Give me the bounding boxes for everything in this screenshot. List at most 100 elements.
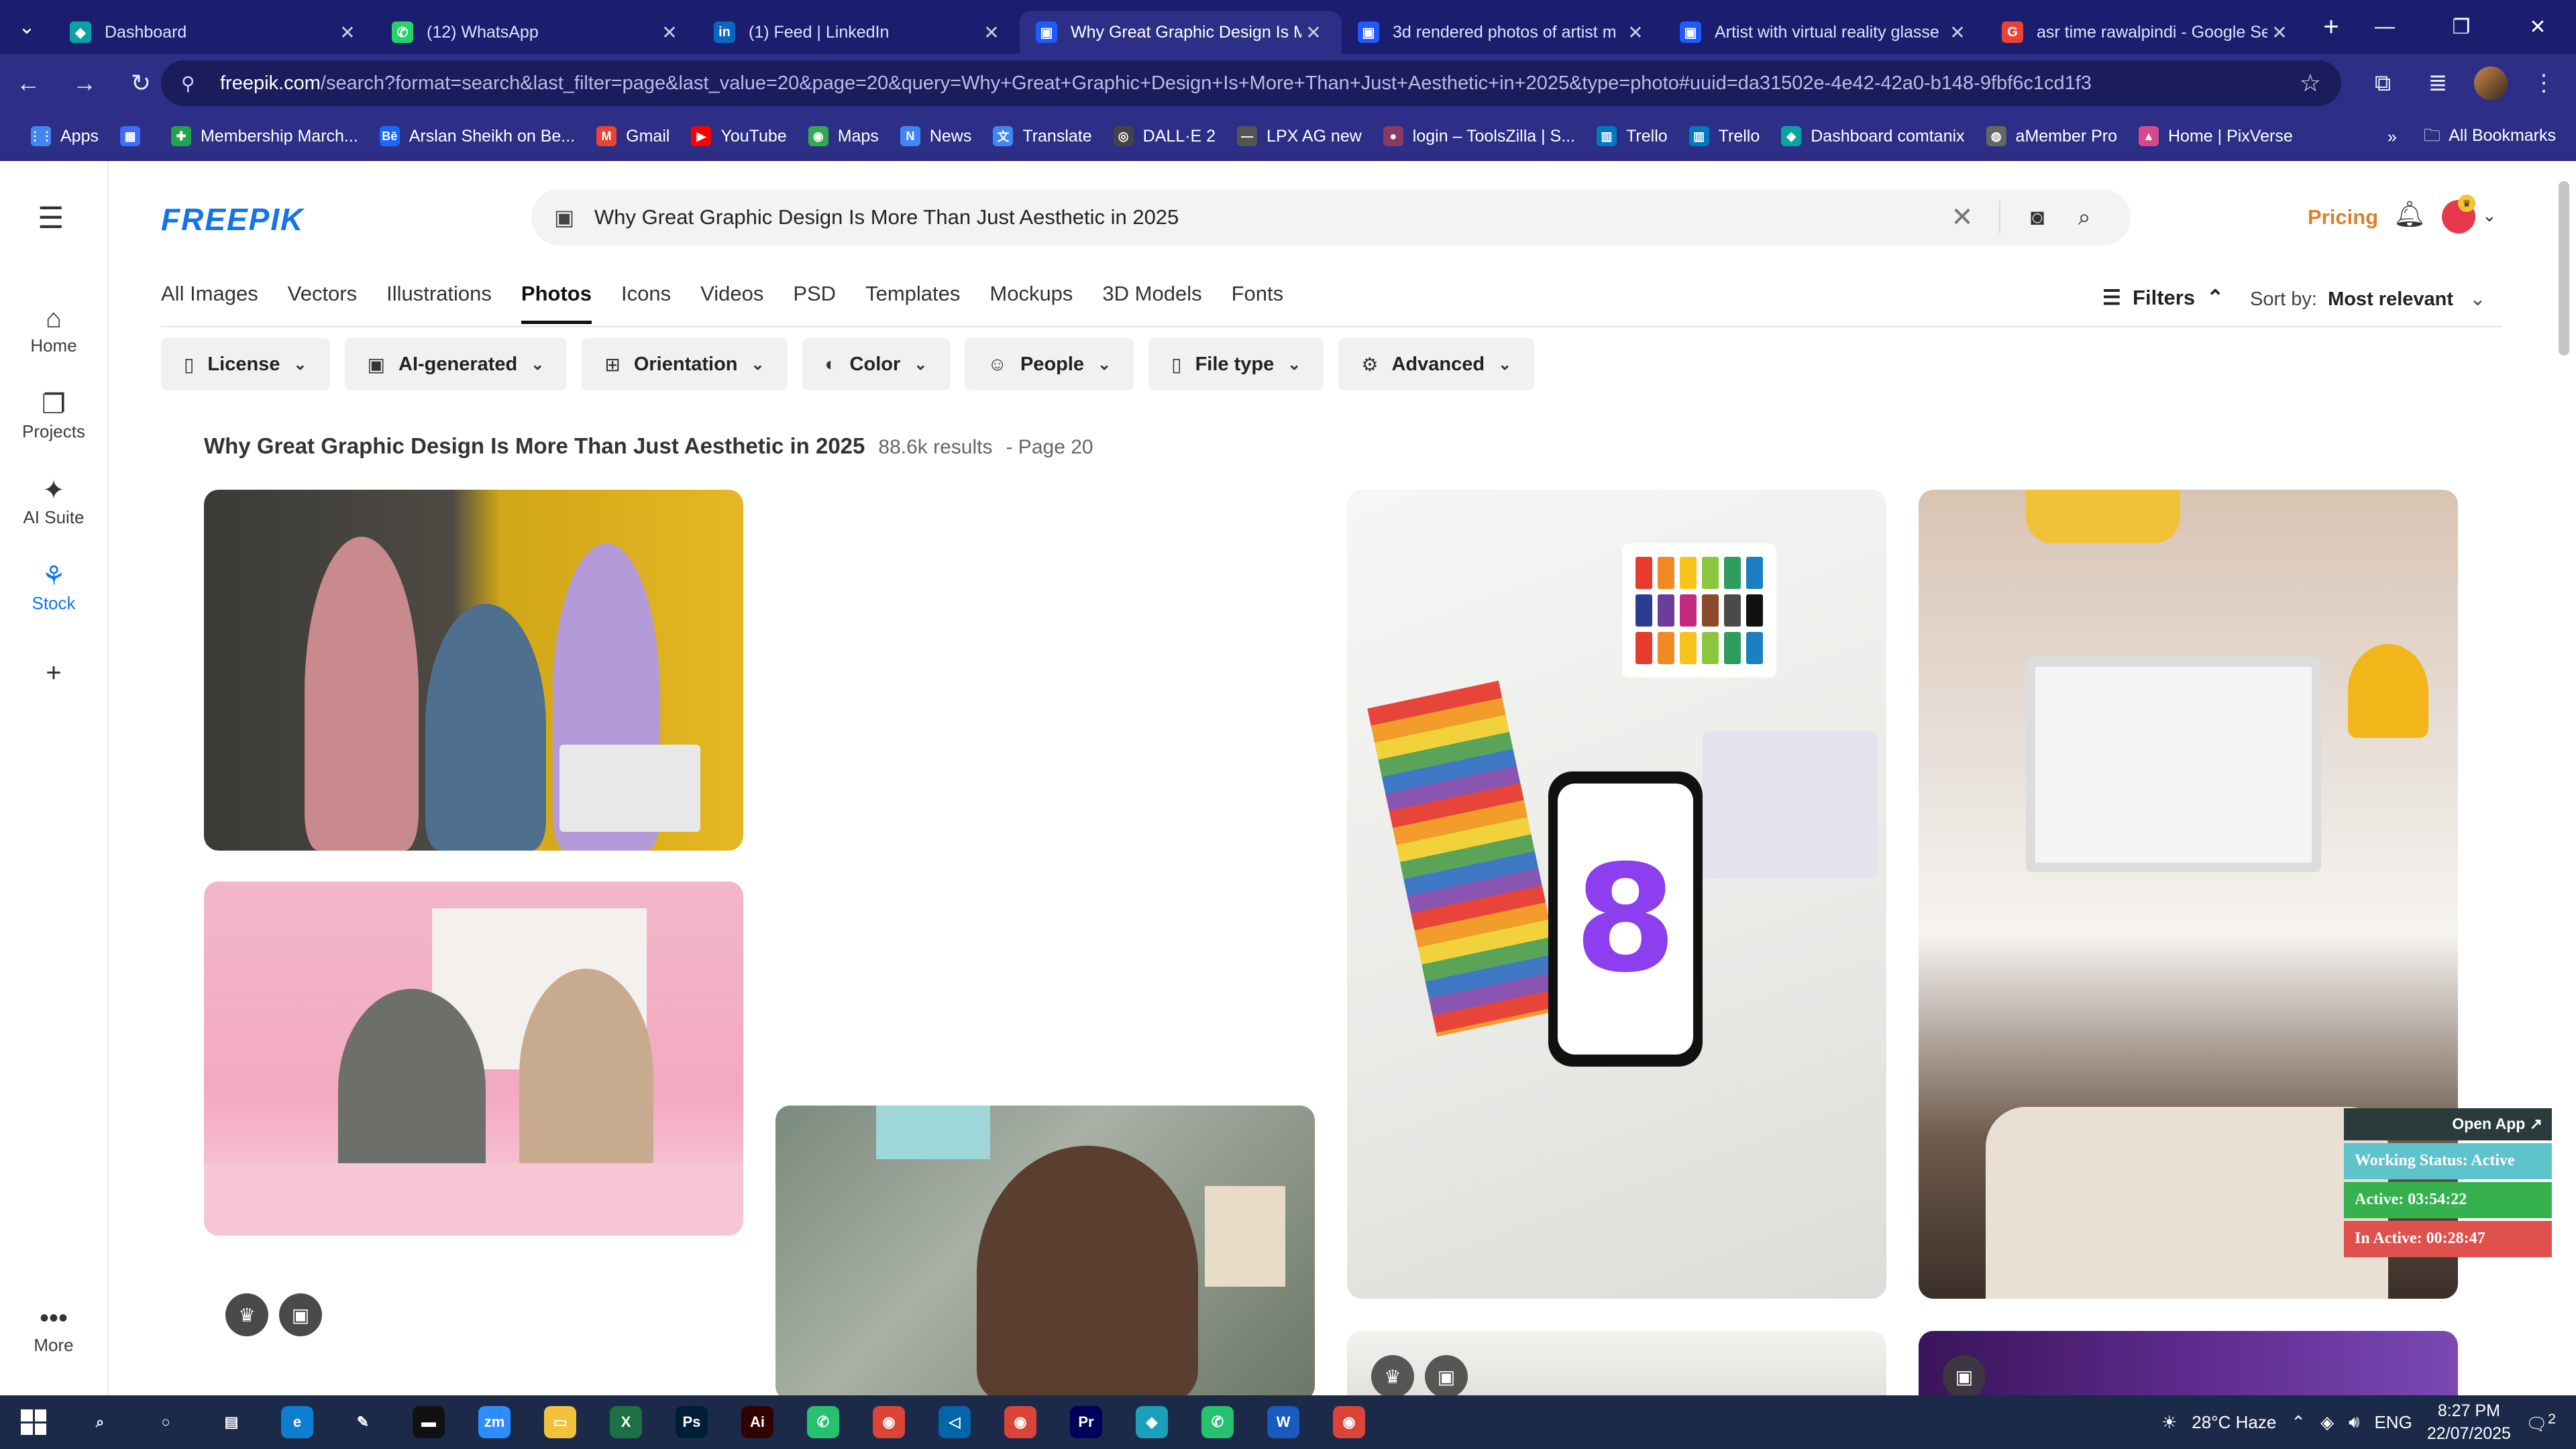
bookmark-star-icon[interactable]: ☆ [2300,69,2321,97]
taskbar-app-illustrator[interactable]: Ai [724,1395,790,1449]
all-bookmarks-folder[interactable]: 🗀 All Bookmarks [2424,123,2556,152]
tab-search-icon[interactable]: ⌄ [0,0,54,54]
tab-close-icon[interactable]: ✕ [1301,21,1326,44]
chevron-down-icon[interactable]: ⌄ [2482,205,2497,226]
bookmark-item[interactable]: M Gmail [586,117,680,155]
category-tab[interactable]: Mockups [989,282,1073,324]
photo-designers-pink[interactable] [204,881,743,1236]
tab-close-icon[interactable]: ✕ [979,21,1004,44]
weather-text[interactable]: 28°C Haze [2192,1412,2276,1433]
taskbar-app-chrome-active[interactable]: ◉ [987,1395,1053,1449]
bookmark-item[interactable]: 文 Translate [982,117,1102,155]
bookmark-item[interactable]: ▲ Home | PixVerse [2128,117,2304,155]
browser-tab[interactable]: in (1) Feed | LinkedIn ✕ [698,11,1020,54]
browser-tab[interactable]: ◆ Dashboard ✕ [54,11,376,54]
bookmark-item[interactable]: ◉ Maps [798,117,890,155]
back-icon[interactable]: ← [0,54,56,113]
search-input[interactable] [594,205,1939,229]
sort-dropdown[interactable]: Sort by: Most relevant ⌄ [2250,287,2486,311]
filter-chip[interactable]: ⊞ Orientation ⌄ [582,338,788,390]
open-app-button[interactable]: Open App ↗ [2344,1108,2552,1140]
close-window-icon[interactable]: ✕ [2500,0,2576,54]
page-scrollbar[interactable] [2559,181,2569,356]
url-text[interactable]: freepik.com/search?format=search&last_fi… [220,72,2300,95]
bookmark-item[interactable]: ◆ Dashboard comtanix [1770,117,1975,155]
browser-tab[interactable]: ✆ (12) WhatsApp ✕ [376,11,698,54]
bookmark-item[interactable]: ✚ Membership March... [160,117,369,155]
hidden-icons-chevron-icon[interactable]: ⌃ [2291,1412,2306,1433]
rail-item-projects[interactable]: ❐ Projects [0,388,107,442]
bookmark-item[interactable]: — LPX AG new [1226,117,1373,155]
taskbar-app-task-view[interactable]: ▤ [199,1395,264,1449]
bookmark-item[interactable]: ▶ YouTube [680,117,797,155]
rail-item-ai-suite[interactable]: ✦ AI Suite [0,474,107,528]
browser-tab[interactable]: ▣ 3d rendered photos of artist m ✕ [1342,11,1664,54]
category-tab[interactable]: Fonts [1232,282,1284,324]
clock[interactable]: 8:27 PM 22/07/2025 [2427,1399,2511,1445]
forward-icon[interactable]: → [56,54,113,113]
filter-chip[interactable]: ▯ License ⌄ [161,338,330,390]
hamburger-menu-icon[interactable]: ☰ [38,201,64,235]
taskbar-app-terminal[interactable]: ▬ [396,1395,462,1449]
category-tab[interactable]: Icons [621,282,671,324]
start-button[interactable] [0,1395,67,1449]
taskbar-app-chrome[interactable]: ◉ [856,1395,922,1449]
taskbar-app-phone-link-2[interactable]: ✆ [1185,1395,1250,1449]
image-type-icon[interactable]: ▣ [554,205,594,230]
category-tab[interactable]: PSD [793,282,836,324]
taskbar-app-photoshop[interactable]: Ps [659,1395,724,1449]
tab-close-icon[interactable]: ✕ [657,21,682,44]
taskbar-app-edge[interactable]: e [264,1395,330,1449]
taskbar-app-explorer[interactable]: ▭ [527,1395,593,1449]
category-tab[interactable]: Vectors [288,282,357,324]
rail-item-home[interactable]: ⌂ Home [0,302,107,356]
weather-icon[interactable]: ☀ [2161,1412,2177,1433]
chrome-menu-icon[interactable]: ⋮ [2525,64,2563,102]
taskbar-app-chrome-2[interactable]: ◉ [1316,1395,1382,1449]
url-bar[interactable]: ⚲ freepik.com/search?format=search&last_… [161,60,2341,106]
minimize-icon[interactable]: — [2347,0,2423,54]
pricing-link[interactable]: Pricing [2308,205,2378,229]
browser-tab[interactable]: ▣ Why Great Graphic Design Is M ✕ [1020,11,1342,54]
rail-item-more[interactable]: ••• More [0,1301,107,1356]
photo-bearded-designer[interactable] [775,1106,1315,1401]
camera-search-icon[interactable]: ◙ [2014,205,2061,231]
restore-icon[interactable]: ❐ [2423,0,2500,54]
bookmark-item[interactable]: ◍ aMember Pro [1976,117,2128,155]
bookmark-item[interactable]: ▥ Trello [1586,117,1678,155]
freepik-logo[interactable]: FREEPIK [161,201,304,237]
bookmark-item[interactable]: ⋮⋮ Apps [20,117,109,155]
language-indicator[interactable]: ENG [2374,1412,2412,1433]
taskbar-app-phone-link[interactable]: ✆ [790,1395,856,1449]
bookmark-item[interactable]: ● login – ToolsZilla | S... [1373,117,1586,155]
clear-search-icon[interactable]: ✕ [1939,202,1986,233]
browser-tab[interactable]: ▣ Artist with virtual reality glasse ✕ [1664,11,1986,54]
category-tab[interactable]: Photos [521,282,592,324]
bookmark-item[interactable]: ▥ Trello [1678,117,1771,155]
taskbar-app-premiere[interactable]: Pr [1053,1395,1119,1449]
taskbar-app-cortana[interactable]: ○ [133,1395,199,1449]
rail-add-button[interactable]: + [0,656,107,690]
filter-chip[interactable]: ▯ File type ⌄ [1148,338,1324,390]
bookmark-item[interactable]: ◎ DALL·E 2 [1103,117,1226,155]
taskbar-app-word[interactable]: W [1250,1395,1316,1449]
category-tab[interactable]: Illustrations [386,282,492,324]
category-tab[interactable]: Templates [865,282,960,324]
media-controls-icon[interactable]: ≣ [2419,64,2457,102]
network-icon[interactable]: ◈ [2320,1412,2334,1433]
bookmark-item[interactable]: N News [890,117,983,155]
bookmark-item[interactable]: Bē Arslan Sheikh on Be... [369,117,586,155]
tab-close-icon[interactable]: ✕ [2267,21,2292,44]
more-bookmarks-icon[interactable]: » [2387,127,2397,147]
taskbar-app-zoom[interactable]: zm [462,1395,527,1449]
category-tab[interactable]: 3D Models [1102,282,1201,324]
extensions-icon[interactable]: ⧉ [2364,64,2402,102]
photo-team-office[interactable] [204,490,743,851]
search-icon[interactable]: ⌕ [2061,205,2108,231]
volume-icon[interactable]: 🔊︎ [2349,1411,2359,1433]
tab-close-icon[interactable]: ✕ [1945,21,1970,44]
tab-close-icon[interactable]: ✕ [1623,21,1648,44]
category-tab[interactable]: All Images [161,282,258,324]
bookmark-item[interactable]: ▦ [109,117,160,155]
filter-chip[interactable]: ◐ Color ⌄ [802,338,951,390]
